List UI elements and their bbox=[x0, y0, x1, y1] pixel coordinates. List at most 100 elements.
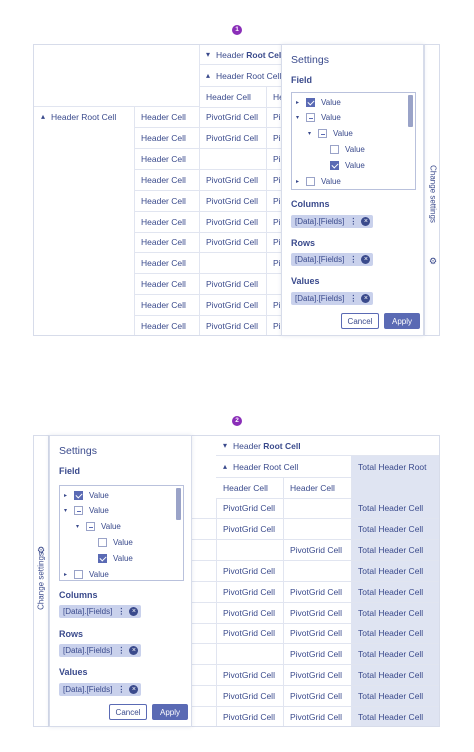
checkbox[interactable] bbox=[330, 160, 339, 170]
apply-button[interactable]: Apply bbox=[384, 313, 420, 329]
pivot-cell-label: PivotGrid Cell bbox=[206, 195, 258, 206]
columns-chip[interactable]: [Data].[Fields] ⋮ × bbox=[59, 605, 142, 618]
pivot-cell-cut-label: Pi bbox=[273, 216, 281, 227]
column-header-root-1[interactable]: ▾ Header Root Cell bbox=[199, 45, 284, 65]
chevron-up-icon[interactable]: ▴ bbox=[223, 462, 227, 471]
tree-node-label: Value bbox=[321, 176, 341, 186]
tree-node[interactable]: ▾ Value bbox=[308, 126, 353, 142]
checkbox[interactable] bbox=[74, 569, 83, 579]
pivot-cell-label: PivotGrid Cell bbox=[223, 586, 275, 597]
rows-chip[interactable]: [Data].[Fields] ⋮ × bbox=[59, 644, 142, 657]
chip-remove-icon[interactable]: × bbox=[129, 607, 139, 616]
rows-chip[interactable]: [Data].[Fields] ⋮ × bbox=[291, 253, 374, 266]
tree-node[interactable]: ▸ Value bbox=[64, 487, 109, 503]
row-header-cell: Header Cell bbox=[134, 316, 200, 335]
expand-arrow-icon[interactable]: ▾ bbox=[308, 130, 318, 137]
chip-menu-icon[interactable]: ⋮ bbox=[117, 685, 125, 694]
pivot-cell-cut-label: Pi bbox=[273, 321, 281, 331]
checkbox[interactable] bbox=[306, 113, 315, 123]
apply-button[interactable]: Apply bbox=[152, 704, 188, 720]
column-header-root-2[interactable]: ▴ Header Root Cell bbox=[216, 456, 352, 478]
pivot-cell: PivotGrid Cell bbox=[283, 602, 352, 624]
tree-node[interactable]: ▾ Value bbox=[296, 110, 341, 126]
collapse-arrow-icon[interactable]: ▸ bbox=[64, 571, 74, 578]
header-root-bold: Root Cell bbox=[246, 49, 284, 60]
expand-arrow-icon[interactable]: ▾ bbox=[64, 507, 74, 514]
chevron-down-icon[interactable]: ▾ bbox=[206, 50, 210, 59]
tree-node[interactable]: ▸ Value bbox=[296, 94, 341, 110]
row-header-cell-label: Header Cell bbox=[141, 300, 186, 311]
checkbox[interactable] bbox=[306, 176, 315, 186]
field-tree[interactable]: ▸ Value ▾ Value ▾ Value Value Value ▸ Value bbox=[59, 485, 184, 581]
total-header-cell-label: Total Header Cell bbox=[358, 607, 424, 618]
checkbox[interactable] bbox=[74, 490, 83, 500]
pivot-cell-label: PivotGrid Cell bbox=[223, 523, 275, 534]
change-settings-tab-1[interactable]: Change settings ⚙ bbox=[424, 44, 440, 336]
checkbox[interactable] bbox=[330, 144, 339, 154]
chip-remove-icon[interactable]: × bbox=[129, 646, 139, 655]
tree-node[interactable]: Value bbox=[320, 157, 365, 173]
tree-node[interactable]: Value bbox=[88, 550, 133, 566]
checkbox[interactable] bbox=[86, 522, 95, 532]
row-header-cell: Header Cell bbox=[134, 295, 200, 317]
total-header-cell: Total Header Cell bbox=[351, 498, 439, 519]
pivot-cell-label: PivotGrid Cell bbox=[223, 670, 275, 681]
tree-node[interactable]: Value bbox=[320, 141, 365, 157]
tree-scrollbar[interactable] bbox=[176, 488, 181, 520]
chip-menu-icon[interactable]: ⋮ bbox=[117, 607, 125, 616]
chip-remove-icon[interactable]: × bbox=[361, 255, 371, 264]
chip-remove-icon[interactable]: × bbox=[361, 294, 371, 303]
checkbox[interactable] bbox=[318, 129, 327, 139]
total-header-cell-label: Total Header Cell bbox=[358, 523, 424, 534]
chip-menu-icon[interactable]: ⋮ bbox=[349, 255, 357, 264]
checkbox[interactable] bbox=[98, 537, 107, 547]
settings-panel-2: Settings Field ▸ Value ▾ Value ▾ Value Value Va… bbox=[49, 435, 192, 727]
checkbox[interactable] bbox=[74, 506, 83, 516]
pivot-cell-cut-label: Pi bbox=[273, 112, 281, 122]
pivot-cell-label: PivotGrid Cell bbox=[290, 712, 342, 722]
chevron-up-icon[interactable]: ▴ bbox=[41, 112, 45, 121]
chip-menu-icon[interactable]: ⋮ bbox=[117, 646, 125, 655]
expand-arrow-icon[interactable]: ▾ bbox=[76, 523, 86, 530]
cancel-button[interactable]: Cancel bbox=[341, 313, 379, 329]
pivot-cell-cut-label: Pi bbox=[273, 195, 281, 206]
change-settings-tab-2[interactable]: ⚙ Change settings bbox=[33, 435, 49, 727]
field-tree[interactable]: ▸ Value ▾ Value ▾ Value Value Value ▸ Value bbox=[291, 92, 416, 190]
chip-remove-icon[interactable]: × bbox=[129, 685, 139, 694]
row-header-root[interactable]: ▴ Header Root Cell bbox=[34, 107, 135, 335]
tree-scrollbar[interactable] bbox=[408, 95, 413, 127]
chip-remove-icon[interactable]: × bbox=[361, 217, 371, 226]
row-header-root-label: Header Root Cell bbox=[51, 112, 117, 122]
values-chip[interactable]: [Data].[Fields] ⋮ × bbox=[59, 683, 142, 696]
checkbox[interactable] bbox=[306, 97, 315, 107]
column-header-root-2[interactable]: ▴ Header Root Cell bbox=[199, 65, 284, 87]
expand-arrow-icon[interactable]: ▾ bbox=[296, 114, 306, 121]
tree-node[interactable]: ▸ Value bbox=[296, 173, 341, 189]
columns-section-title: Columns bbox=[291, 199, 330, 209]
columns-chip[interactable]: [Data].[Fields] ⋮ × bbox=[291, 215, 374, 228]
cancel-button[interactable]: Cancel bbox=[109, 704, 147, 720]
collapse-arrow-icon[interactable]: ▸ bbox=[296, 99, 306, 106]
header-root-label: Header Root Cell bbox=[233, 461, 299, 472]
chevron-up-icon[interactable]: ▴ bbox=[206, 71, 210, 80]
total-header-cell-label: Total Header Cell bbox=[358, 670, 424, 681]
tree-node[interactable]: Value bbox=[88, 534, 133, 550]
chip-menu-icon[interactable]: ⋮ bbox=[349, 217, 357, 226]
row-header-cell: Header Cell bbox=[134, 127, 200, 149]
chip-menu-icon[interactable]: ⋮ bbox=[349, 294, 357, 303]
field-section-title: Field bbox=[59, 466, 81, 476]
collapse-arrow-icon[interactable]: ▸ bbox=[64, 492, 74, 499]
collapse-arrow-icon[interactable]: ▸ bbox=[296, 178, 306, 185]
tree-node[interactable]: ▸ Value bbox=[64, 566, 109, 580]
tree-node[interactable]: ▾ Value bbox=[76, 519, 121, 535]
checkbox[interactable] bbox=[98, 553, 107, 563]
tree-node[interactable]: ▾ Value bbox=[64, 503, 109, 519]
row-header-cell: Header Cell bbox=[134, 148, 200, 170]
tree-node-label: Value bbox=[89, 506, 109, 516]
column-header-root-1[interactable]: ▾ Header Root Cell bbox=[216, 436, 439, 456]
pivot-cell: PivotGrid Cell bbox=[216, 623, 284, 645]
empty-cell bbox=[283, 560, 352, 582]
values-chip[interactable]: [Data].[Fields] ⋮ × bbox=[291, 292, 374, 305]
gear-icon[interactable]: ⚙ bbox=[429, 256, 437, 267]
chevron-down-icon[interactable]: ▾ bbox=[223, 441, 227, 450]
